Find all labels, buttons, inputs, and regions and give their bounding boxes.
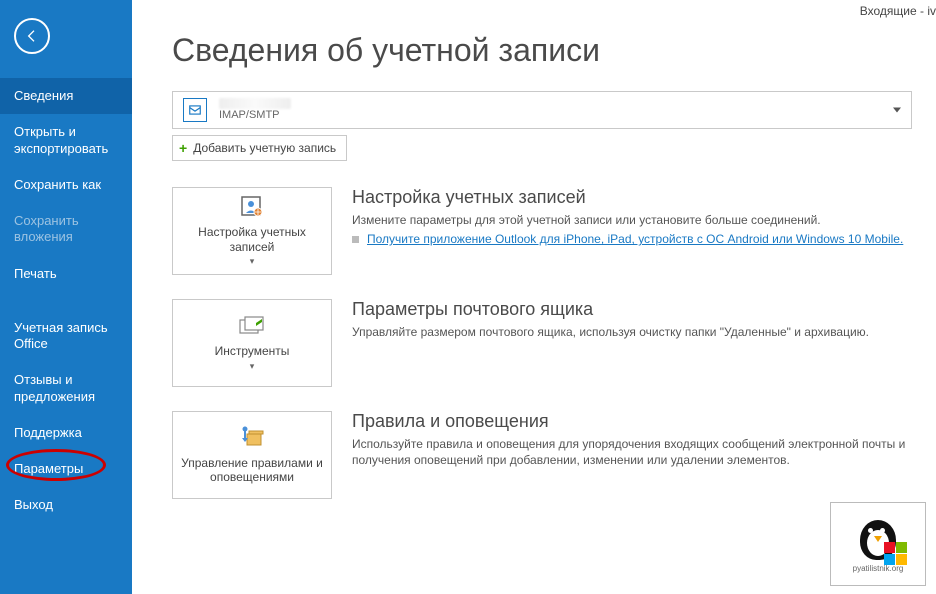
section-heading: Настройка учетных записей [352,187,912,208]
account-name-redacted [219,98,291,109]
tile-label: Управление правилами и оповещениями [179,456,325,485]
account-icon [183,98,207,122]
section-2: Управление правилами и оповещениями Прави… [172,411,912,499]
tile-icon [236,195,268,219]
tile-icon [236,426,268,450]
nav-item-0[interactable]: Сведения [0,78,132,114]
back-button[interactable] [14,18,50,54]
section-desc: Используйте правила и оповещения для упо… [352,436,912,468]
chevron-down-icon: ▾ [250,361,255,372]
section-heading: Параметры почтового ящика [352,299,912,320]
chevron-down-icon: ▾ [250,256,255,267]
account-protocol: IMAP/SMTP [219,109,291,121]
action-tile-2[interactable]: Управление правилами и оповещениями [172,411,332,499]
plus-icon: + [179,140,187,156]
section-heading: Правила и оповещения [352,411,912,432]
nav-item-3: Сохранить вложения [0,203,132,256]
section-body-1: Параметры почтового ящика Управляйте разм… [352,299,912,387]
section-body-2: Правила и оповещения Используйте правила … [352,411,912,499]
action-tile-0[interactable]: Настройка учетных записей ▾ [172,187,332,275]
nav-item-4[interactable]: Печать [0,256,132,292]
nav-item-9[interactable]: Выход [0,487,132,523]
nav-item-8[interactable]: Параметры [0,451,132,487]
highlight-ring [6,449,106,481]
nav-item-7[interactable]: Поддержка [0,415,132,451]
nav-item-5[interactable]: Учетная запись Office [0,310,132,363]
backstage-sidebar: СведенияОткрыть и экспортироватьСохранит… [0,0,132,594]
section-desc: Управляйте размером почтового ящика, исп… [352,324,912,340]
page-title: Сведения об учетной записи [172,32,912,69]
section-1: Инструменты ▾ Параметры почтового ящика Упр… [172,299,912,387]
section-body-0: Настройка учетных записей Измените параме… [352,187,912,275]
section-link[interactable]: Получите приложение Outlook для iPhone, … [367,232,903,246]
tile-icon [236,314,268,338]
watermark-logo: pyatilistnik.org [830,502,926,586]
account-selector[interactable]: IMAP/SMTP [172,91,912,129]
bullet-icon [352,236,359,243]
tile-label: Настройка учетных записей [179,225,325,254]
arrow-left-icon [24,28,40,44]
tile-label: Инструменты [215,344,290,358]
chevron-down-icon [893,108,901,113]
add-account-button[interactable]: + Добавить учетную запись [172,135,347,161]
nav-item-1[interactable]: Открыть и экспортировать [0,114,132,167]
content-pane: Сведения об учетной записи IMAP/SMTP + Д… [132,0,936,594]
nav-item-2[interactable]: Сохранить как [0,167,132,203]
nav-item-6[interactable]: Отзывы и предложения [0,362,132,415]
section-0: Настройка учетных записей▾Настройка учет… [172,187,912,275]
action-tile-1[interactable]: Инструменты ▾ [172,299,332,387]
add-account-label: Добавить учетную запись [193,141,336,155]
section-desc: Измените параметры для этой учетной запи… [352,212,912,228]
